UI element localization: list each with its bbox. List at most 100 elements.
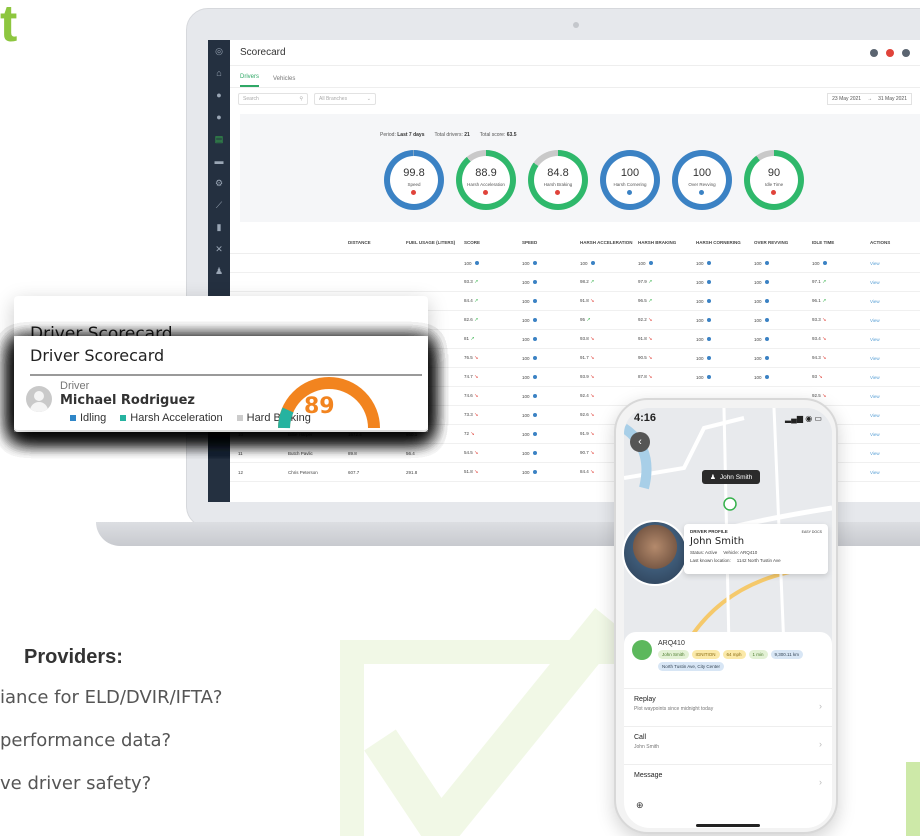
table-cell: 11 — [230, 451, 288, 456]
home-icon[interactable]: ⌂ — [208, 62, 230, 84]
view-link[interactable]: View — [870, 356, 910, 361]
menu-item-message[interactable]: Message › — [624, 764, 832, 798]
reports-icon[interactable]: ⟋ — [208, 194, 230, 216]
column-header[interactable]: ACTIONS — [870, 240, 910, 245]
view-link[interactable]: View — [870, 375, 910, 380]
table-cell: 100 — [580, 261, 638, 266]
view-link[interactable]: View — [870, 432, 910, 437]
easy-docs-tag[interactable]: EASY DOCS — [802, 530, 822, 534]
ok-icon — [706, 261, 711, 266]
ok-icon — [764, 356, 769, 361]
table-cell: 100 — [522, 280, 580, 285]
view-link[interactable]: View — [870, 261, 910, 266]
table-cell: 93 ↘ — [812, 374, 870, 380]
view-link[interactable]: View — [870, 451, 910, 456]
column-header[interactable]: SPEED — [522, 240, 580, 245]
table-cell: 100 — [522, 356, 580, 361]
tab-drivers[interactable]: Drivers — [240, 74, 259, 87]
users-icon[interactable]: ♟ — [208, 260, 230, 282]
tab-vehicles[interactable]: Vehicles — [273, 76, 295, 87]
gauge-inner — [606, 156, 654, 204]
gauge-inner — [390, 156, 438, 204]
table-cell: 100 — [522, 337, 580, 342]
alerts-icon[interactable]: ● — [208, 106, 230, 128]
table-cell: 94.3 ↘ — [812, 355, 870, 361]
ok-icon — [822, 261, 827, 266]
table-cell: 100 — [754, 318, 812, 323]
branch-select[interactable]: All Branches ⌄ — [314, 93, 376, 105]
archive-icon[interactable]: ▬ — [208, 150, 230, 172]
trend-up-icon: ↗ — [469, 336, 475, 342]
column-header[interactable]: SCORE — [464, 240, 522, 245]
back-button[interactable]: ‹ — [630, 432, 650, 452]
account-icon[interactable] — [902, 48, 910, 57]
search-input[interactable]: Search ⚲ — [238, 93, 308, 105]
column-header[interactable]: HARSH BRAKING — [638, 240, 696, 245]
column-header[interactable]: DISTANCE — [348, 240, 406, 245]
cell-value: 100 — [696, 355, 704, 361]
menu-item-title: Replay — [634, 696, 656, 703]
period-label: Period: — [380, 132, 396, 138]
legend-idling: Idling — [70, 412, 106, 424]
column-header[interactable]: FUEL USAGE (LITERS) — [406, 240, 464, 245]
gauge-trend-icon — [411, 190, 416, 195]
cell-value: 11 — [238, 450, 243, 456]
zoom-icon[interactable]: ⊕ — [636, 800, 644, 811]
menu-item-call[interactable]: Call John Smith › — [624, 726, 832, 760]
table-cell: 100 — [696, 356, 754, 361]
view-link[interactable]: View — [870, 413, 910, 418]
table-cell: 82.6 ↗ — [464, 317, 522, 323]
gauge-label: Harsh Braking — [543, 182, 573, 187]
view-link[interactable]: View — [870, 394, 910, 399]
heading-fragment: t — [0, 0, 18, 53]
cell-value: 100 — [696, 374, 704, 380]
trend-down-icon: ↘ — [588, 336, 595, 342]
cell-value: 97.9 — [638, 279, 647, 284]
view-link[interactable]: View — [870, 470, 910, 475]
trend-down-icon: ↘ — [472, 412, 479, 418]
ok-icon — [764, 318, 769, 323]
menu-item-replay[interactable]: Replay Plot waypoints since midnight toda… — [624, 688, 832, 722]
green-accent-decoration — [906, 762, 920, 836]
map-icon[interactable]: ● — [208, 84, 230, 106]
table-cell: 93.3 ↘ — [812, 317, 870, 323]
help-icon[interactable] — [870, 48, 878, 57]
view-link[interactable]: View — [870, 299, 910, 304]
table-cell: Chris Peterson — [288, 470, 348, 475]
trend-up-icon: ↗ — [820, 298, 827, 304]
trend-down-icon: ↘ — [588, 469, 595, 475]
cell-value: 100 — [522, 450, 530, 456]
cell-value: 93.4 — [812, 336, 821, 341]
ok-icon — [532, 413, 537, 418]
ok-icon — [764, 375, 769, 380]
cell-value: Butch Pavlic — [288, 450, 313, 456]
documents-icon[interactable]: ▮ — [208, 216, 230, 238]
table-cell: 95 ↗ — [580, 317, 638, 323]
providers-bullet-1: iance for ELD/DVIR/IFTA? — [0, 687, 223, 708]
cell-value: 291.8 — [406, 469, 418, 475]
cell-value: View — [870, 393, 880, 399]
notifications-icon[interactable] — [886, 48, 894, 57]
trend-down-icon: ↘ — [646, 355, 653, 361]
cell-value: View — [870, 260, 880, 266]
tools-icon[interactable]: ✕ — [208, 238, 230, 260]
map-driver-pill[interactable]: ♟ John Smith — [702, 470, 761, 484]
chevron-down-icon: ⌄ — [366, 96, 371, 102]
table-cell: 860.1 — [406, 432, 464, 437]
column-header[interactable]: HARSH CORNERING — [696, 240, 754, 245]
date-from: 23 May 2021 — [832, 96, 862, 102]
scorecard-icon[interactable]: ▤ — [208, 128, 230, 150]
view-link[interactable]: View — [870, 337, 910, 342]
cell-value: 96.5 — [638, 298, 647, 303]
view-link[interactable]: View — [870, 280, 910, 285]
driver-profile-info[interactable]: DRIVER PROFILE John Smith Status: Active… — [684, 524, 828, 574]
column-header[interactable]: OVER REVVING — [754, 240, 812, 245]
vehicles-icon[interactable]: ⚙ — [208, 172, 230, 194]
view-link[interactable]: View — [870, 318, 910, 323]
date-range[interactable]: 23 May 2021 → 31 May 2021 — [827, 93, 912, 105]
cell-value: 100 — [696, 336, 704, 342]
column-header[interactable]: HARSH ACCELERATION — [580, 240, 638, 245]
column-header[interactable]: IDLE TIME — [812, 240, 870, 245]
table-cell: 100 — [522, 470, 580, 475]
logo-icon[interactable]: ◎ — [208, 40, 230, 62]
